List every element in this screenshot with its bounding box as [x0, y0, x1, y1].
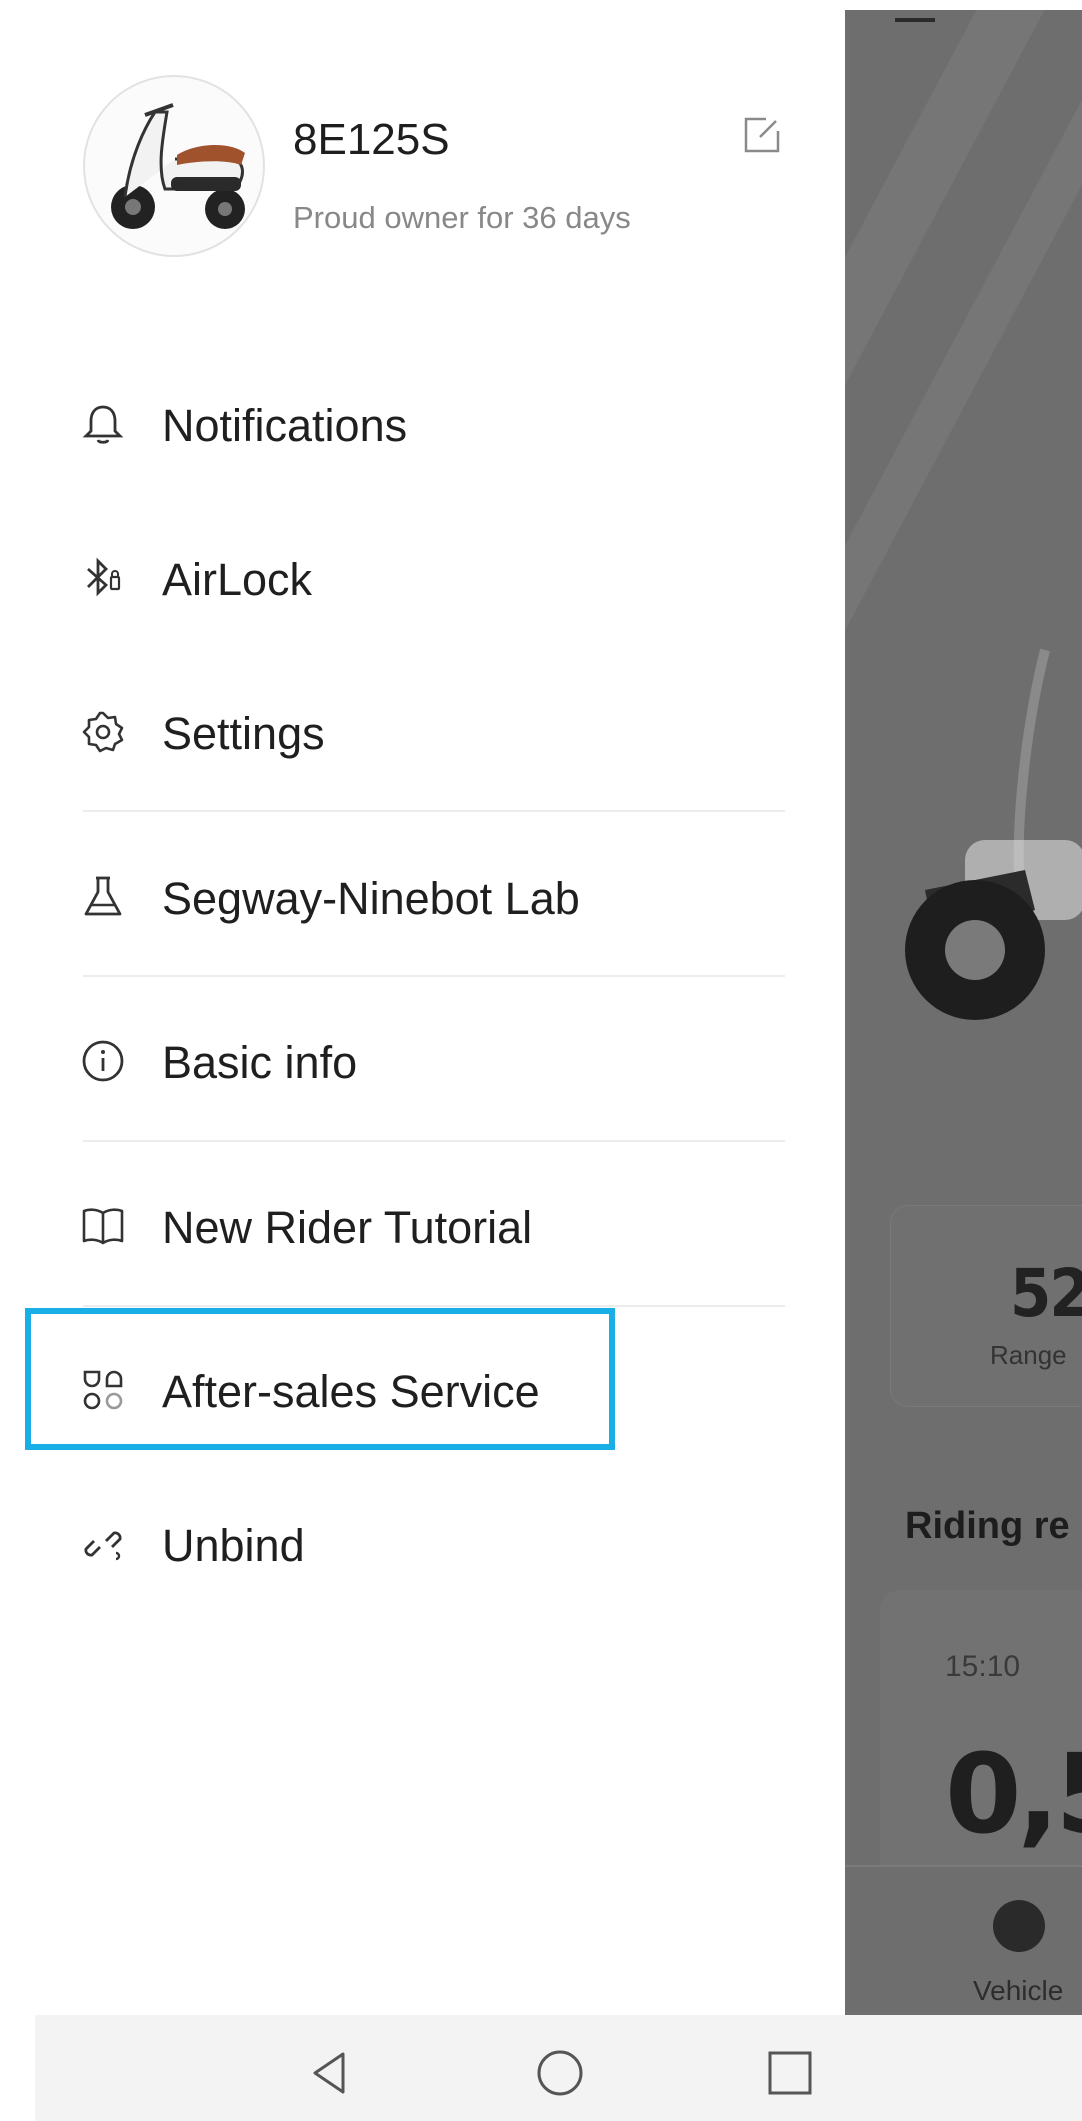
menu-item-settings[interactable]: Settings	[35, 682, 845, 782]
scooter-image	[905, 648, 1082, 1020]
navigation-drawer: 8E125S Proud owner for 36 days Notificat…	[35, 10, 845, 2015]
menu-label-unbind: Unbind	[162, 1520, 305, 1571]
ownership-duration: Proud owner for 36 days	[293, 200, 631, 235]
gear-icon	[82, 711, 124, 753]
unlink-icon	[84, 1531, 122, 1561]
edit-icon[interactable]	[740, 113, 784, 157]
menu-label-settings: Settings	[162, 708, 325, 759]
vehicle-tab-icon	[993, 1900, 1045, 1952]
highlight-box	[25, 1308, 615, 1450]
menu-label-notifications: Notifications	[162, 400, 408, 451]
vehicle-avatar[interactable]	[83, 75, 265, 257]
menu-icon	[895, 18, 935, 22]
riding-records-title: Riding re	[905, 1505, 1070, 1547]
range-label: Range	[990, 1340, 1067, 1370]
bell-icon	[82, 405, 124, 444]
menu-item-unbind[interactable]: Unbind	[35, 1494, 845, 1594]
back-icon[interactable]	[305, 2048, 355, 2098]
menu-divider	[83, 1305, 785, 1307]
menu-label-lab: Segway-Ninebot Lab	[162, 873, 580, 924]
ride-time: 15:10	[945, 1650, 1021, 1683]
bluetooth-icon	[87, 557, 121, 597]
menu-label-basic-info: Basic info	[162, 1037, 358, 1088]
menu-divider	[83, 810, 785, 812]
menu-item-lab[interactable]: Segway-Ninebot Lab	[35, 847, 845, 947]
menu-label-airlock: AirLock	[162, 554, 313, 605]
menu-item-tutorial[interactable]: New Rider Tutorial	[35, 1176, 845, 1276]
menu-item-airlock[interactable]: AirLock	[35, 528, 845, 628]
book-icon	[82, 1208, 124, 1245]
recents-icon[interactable]	[765, 2048, 815, 2098]
vehicle-tab-label: Vehicle	[973, 1975, 1064, 2006]
menu-item-notifications[interactable]: Notifications	[35, 374, 845, 474]
home-icon[interactable]	[535, 2048, 585, 2098]
flask-icon	[84, 876, 122, 916]
menu-item-basic-info[interactable]: Basic info	[35, 1011, 845, 1111]
menu-divider	[83, 975, 785, 977]
range-value: 52,	[1010, 1255, 1082, 1332]
vehicle-name: 8E125S	[293, 115, 450, 164]
ride-distance: 0,5	[945, 1730, 1082, 1858]
system-nav-bar	[35, 2015, 1082, 2121]
background-app: 52, Range Riding re 15:10 0,5 Vehicle	[845, 10, 1082, 2015]
info-icon	[82, 1040, 124, 1082]
menu-divider	[83, 1140, 785, 1142]
menu-label-tutorial: New Rider Tutorial	[162, 1202, 533, 1253]
